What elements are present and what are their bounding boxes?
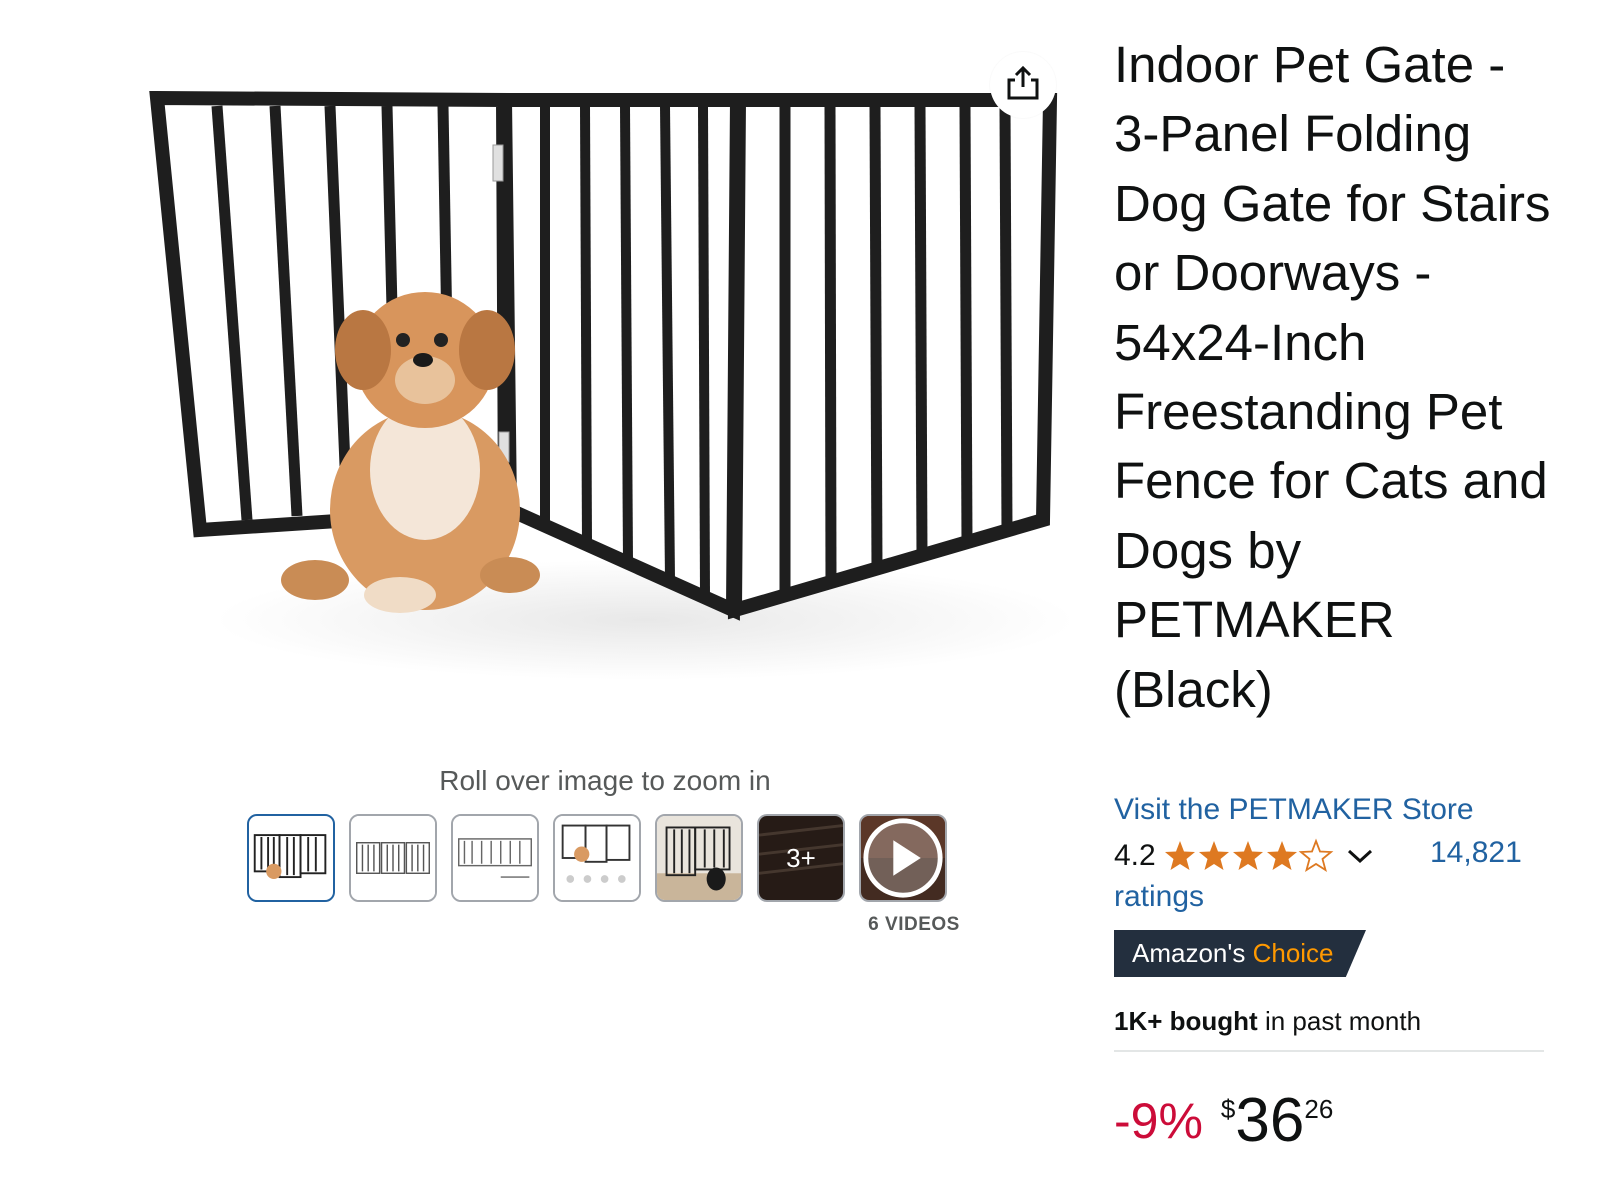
product-title: Indoor Pet Gate - 3-Panel Folding Dog Ga… — [1114, 36, 1551, 718]
ratings-count-link[interactable]: 14,821 — [1430, 836, 1522, 870]
price-currency: $ — [1220, 1094, 1236, 1124]
bought-count: 1K+ bought — [1114, 1006, 1258, 1036]
thumbnail-5[interactable] — [655, 814, 743, 902]
thumbnail-strip: 3+ — [247, 814, 947, 902]
price-row: -9% $ 36 26 — [1114, 1086, 1333, 1166]
thumbnail-3[interactable] — [451, 814, 539, 902]
star-icon — [1164, 841, 1195, 870]
share-button[interactable] — [990, 52, 1056, 118]
discount-percent: -9% — [1114, 1093, 1203, 1149]
price-whole: 36 — [1235, 1086, 1305, 1155]
badge-highlight: Choice — [1252, 938, 1334, 968]
amazons-choice-badge[interactable]: Amazon's Choice — [1114, 930, 1366, 977]
ratings-word-link[interactable]: ratings — [1114, 880, 1204, 914]
bought-suffix: in past month — [1257, 1006, 1422, 1036]
zoom-hint: Roll over image to zoom in — [439, 765, 771, 796]
chevron-down-icon[interactable] — [1346, 846, 1374, 866]
star-icon — [1299, 840, 1332, 871]
star-icon — [1232, 841, 1263, 870]
main-product-image[interactable] — [125, 40, 1085, 700]
star-rating[interactable] — [1164, 838, 1334, 874]
bought-in-past-month: 1K+ bought in past month — [1114, 1006, 1421, 1037]
price-fraction: 26 — [1304, 1094, 1334, 1124]
play-icon — [861, 816, 945, 900]
thumbnail-video[interactable] — [859, 814, 947, 902]
divider — [1114, 1050, 1544, 1052]
thumbnail-4[interactable] — [553, 814, 641, 902]
thumbnail-1[interactable] — [247, 814, 335, 902]
share-icon — [1003, 63, 1043, 108]
thumbnail-2[interactable] — [349, 814, 437, 902]
pet-gate-photo — [149, 90, 1075, 680]
videos-count-label: 6 VIDEOS — [868, 914, 960, 935]
star-icon — [1198, 841, 1229, 870]
rating-value: 4.2 — [1114, 839, 1156, 872]
badge-prefix: Amazon's — [1132, 938, 1246, 968]
thumbnail-more[interactable]: 3+ — [757, 814, 845, 902]
store-link[interactable]: Visit the PETMAKER Store — [1114, 793, 1474, 827]
stars-graphic — [1164, 840, 1332, 871]
more-thumbnails-label: 3+ — [786, 842, 816, 873]
star-icon — [1266, 841, 1297, 870]
